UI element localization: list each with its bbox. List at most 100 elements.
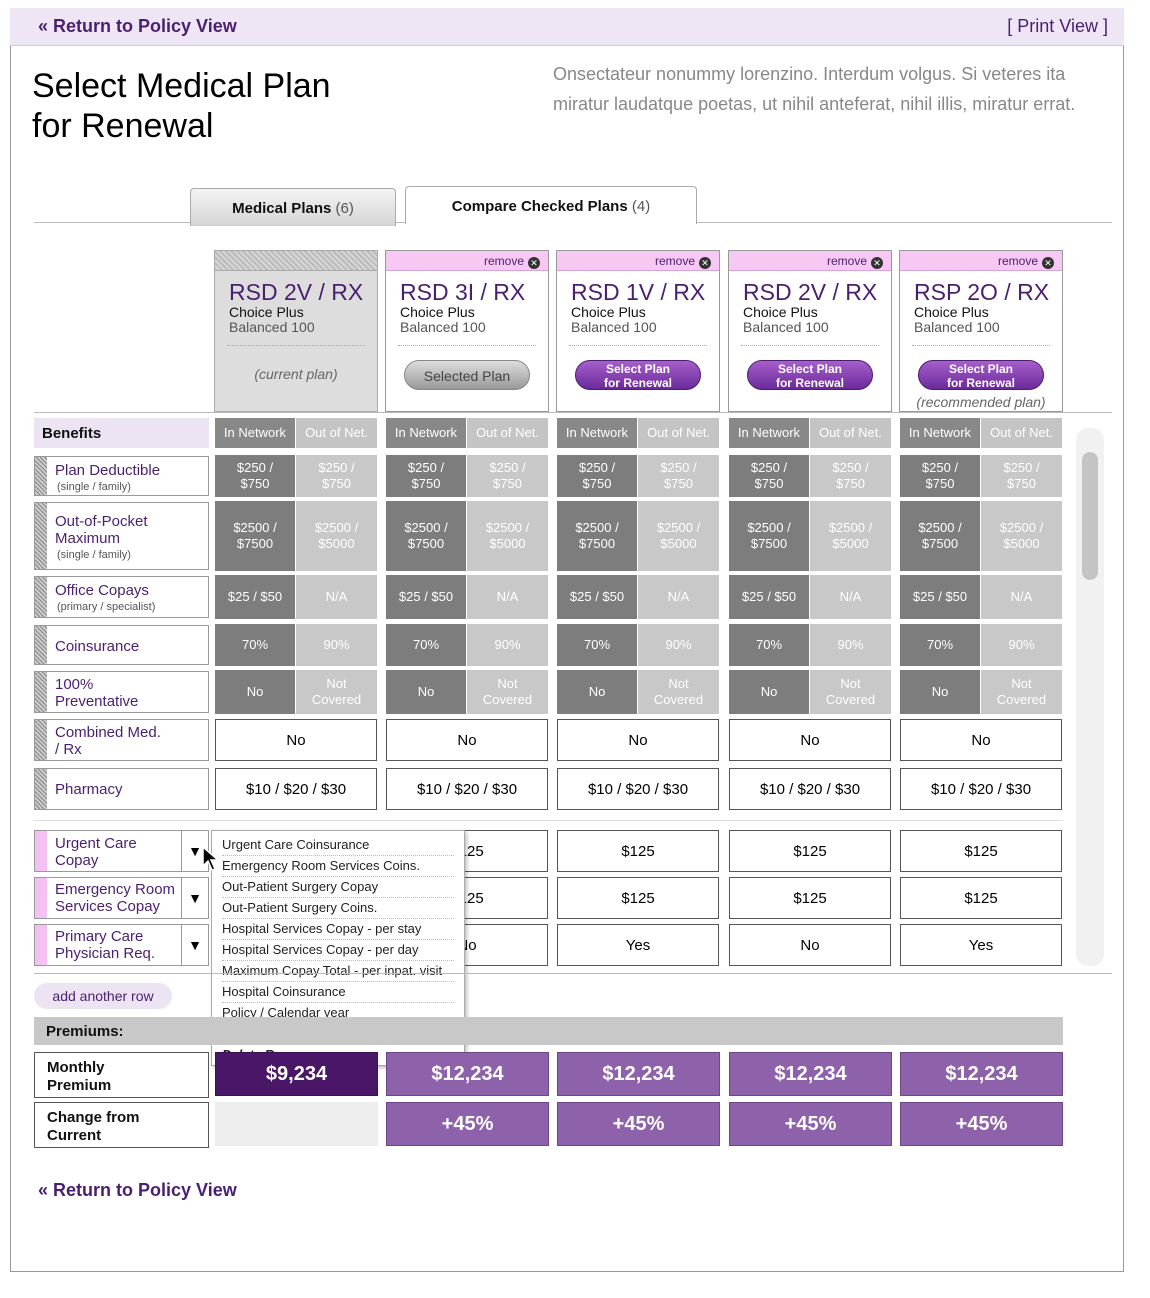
table-scrollbar[interactable] [1076, 428, 1104, 966]
custom-rows-divider [34, 820, 1063, 821]
in-network-header: In Network [386, 418, 466, 448]
menu-item[interactable]: Out-Patient Surgery Coins. [222, 898, 454, 919]
plan-line2: Balanced 100 [743, 319, 829, 335]
select-plan-button[interactable]: Select Plan for Renewal [747, 360, 873, 390]
drag-handle[interactable] [35, 672, 47, 712]
plan-divider [912, 345, 1050, 346]
out-of-network-value: N/A [810, 575, 891, 619]
in-network-header: In Network [215, 418, 295, 448]
drag-handle[interactable] [35, 720, 47, 760]
drag-handle[interactable] [35, 925, 47, 965]
menu-item[interactable]: Maximum Copay Total - per inpat. visit [222, 961, 454, 982]
pharmacy-value: $10 / $20 / $30 [900, 768, 1062, 810]
return-to-policy-link[interactable]: « Return to Policy View [38, 16, 237, 37]
drag-handle[interactable] [35, 503, 47, 569]
menu-item[interactable]: Hospital Services Copay - per stay [222, 919, 454, 940]
benefit-label-text: Coinsurance [55, 638, 140, 655]
scrollbar-thumb[interactable] [1082, 452, 1098, 580]
out-of-network-value: N/A [638, 575, 719, 619]
monthly-premium-value: $12,234 [900, 1052, 1063, 1096]
menu-item[interactable]: Hospital Coinsurance [222, 982, 454, 1003]
remove-plan-bar[interactable]: remove ✕ [729, 251, 891, 271]
remove-plan-bar[interactable]: remove ✕ [386, 251, 548, 271]
close-icon[interactable]: ✕ [699, 257, 711, 269]
tab-compare-checked-plans[interactable]: Compare Checked Plans (4) [405, 186, 697, 224]
close-icon[interactable]: ✕ [528, 257, 540, 269]
dropdown-arrow-icon[interactable]: ▼ [181, 878, 208, 918]
benefit-sublabel: (single / family) [57, 481, 131, 493]
monthly-premium-value: $9,234 [215, 1052, 378, 1096]
out-of-network-header: Out of Net. [810, 418, 891, 448]
in-network-value: $2500 / $7500 [386, 501, 466, 571]
custom-row-value: $125 [900, 877, 1062, 919]
out-of-network-value: N/A [296, 575, 377, 619]
menu-item[interactable]: Emergency Room Services Coins. [222, 856, 454, 877]
drag-handle[interactable] [35, 626, 47, 664]
change-from-current-value: +45% [557, 1102, 720, 1146]
in-network-value: $250 / $750 [900, 455, 980, 497]
benefit-label-text: Pharmacy [55, 781, 123, 798]
premiums-divider [34, 973, 1112, 974]
custom-row-select[interactable]: Emergency Room Services Copay ▼ [34, 877, 209, 919]
out-of-network-value: $2500 / $5000 [810, 501, 891, 571]
custom-row-value: $125 [557, 830, 719, 872]
tab-medical-plans-count: (6) [335, 200, 354, 217]
select-plan-button[interactable]: Select Plan for Renewal [575, 360, 701, 390]
current-plan-note: (current plan) [254, 366, 338, 382]
plan-name: RSD 1V / RX [571, 279, 706, 305]
custom-row-select[interactable]: Urgent Care Copay ▼ [34, 830, 209, 872]
out-of-network-value: Not Covered [296, 670, 377, 714]
plan-line2: Balanced 100 [914, 319, 1000, 335]
benefit-sublabel: (single / family) [57, 549, 131, 561]
monthly-premium-label: Monthly Premium [34, 1052, 209, 1098]
close-icon[interactable]: ✕ [1042, 257, 1054, 269]
out-of-network-value: 90% [467, 624, 548, 666]
remove-plan-bar[interactable]: remove ✕ [557, 251, 719, 271]
out-of-network-value: N/A [467, 575, 548, 619]
select-plan-button[interactable]: Select Plan for Renewal [918, 360, 1044, 390]
plan-line2: Balanced 100 [229, 319, 315, 335]
plan-header-card: remove ✕ RSD 3I / RX Choice Plus Balanced 10… [385, 250, 549, 412]
plan-header-card: remove ✕ RSD 2V / RX Choice Plus Balanced 10… [728, 250, 892, 412]
add-another-row-button[interactable]: add another row [34, 983, 172, 1009]
custom-row-value: $125 [729, 877, 891, 919]
in-network-header: In Network [900, 418, 980, 448]
page-title: Select Medical Plan for Renewal [32, 66, 331, 146]
page-title-line1: Select Medical Plan [32, 67, 331, 105]
return-to-policy-link-bottom[interactable]: « Return to Policy View [38, 1180, 237, 1201]
out-of-network-value: $250 / $750 [981, 455, 1062, 497]
pharmacy-value: $10 / $20 / $30 [729, 768, 891, 810]
plan-name: RSD 2V / RX [229, 279, 364, 305]
tab-compare-label: Compare Checked Plans [451, 198, 628, 215]
plan-divider [741, 345, 879, 346]
custom-row-value: $125 [900, 830, 1062, 872]
in-network-value: $2500 / $7500 [900, 501, 980, 571]
drag-handle[interactable] [35, 878, 47, 918]
in-network-value: $25 / $50 [900, 575, 980, 619]
out-of-network-value: Not Covered [638, 670, 719, 714]
dropdown-arrow-icon[interactable]: ▼ [181, 925, 208, 965]
selected-plan-button[interactable]: Selected Plan [404, 360, 530, 390]
drag-handle[interactable] [35, 831, 47, 871]
menu-item[interactable]: Urgent Care Coinsurance [222, 835, 454, 856]
out-of-network-value: 90% [981, 624, 1062, 666]
drag-handle[interactable] [35, 769, 47, 809]
pharmacy-value: $10 / $20 / $30 [215, 768, 377, 810]
out-of-network-value: $250 / $750 [810, 455, 891, 497]
monthly-premium-value: $12,234 [386, 1052, 549, 1096]
drag-handle[interactable] [35, 577, 47, 617]
tab-medical-plans[interactable]: Medical Plans (6) [190, 188, 396, 226]
menu-item[interactable]: Hospital Services Copay - per day [222, 940, 454, 961]
custom-row-select[interactable]: Primary Care Physician Req. ▼ [34, 924, 209, 966]
custom-row-label: Emergency Room Services Copay [55, 881, 176, 915]
close-icon[interactable]: ✕ [871, 257, 883, 269]
drag-handle[interactable] [35, 457, 47, 495]
remove-plan-bar[interactable]: remove ✕ [900, 251, 1062, 271]
benefit-sublabel: (primary / specialist) [57, 601, 156, 613]
plan-divider [569, 345, 707, 346]
in-network-value: 70% [215, 624, 295, 666]
menu-item[interactable]: Out-Patient Surgery Copay [222, 877, 454, 898]
print-view-link[interactable]: [ Print View ] [1007, 16, 1108, 37]
plans-divider [34, 412, 1112, 413]
change-from-current-value: +45% [729, 1102, 892, 1146]
